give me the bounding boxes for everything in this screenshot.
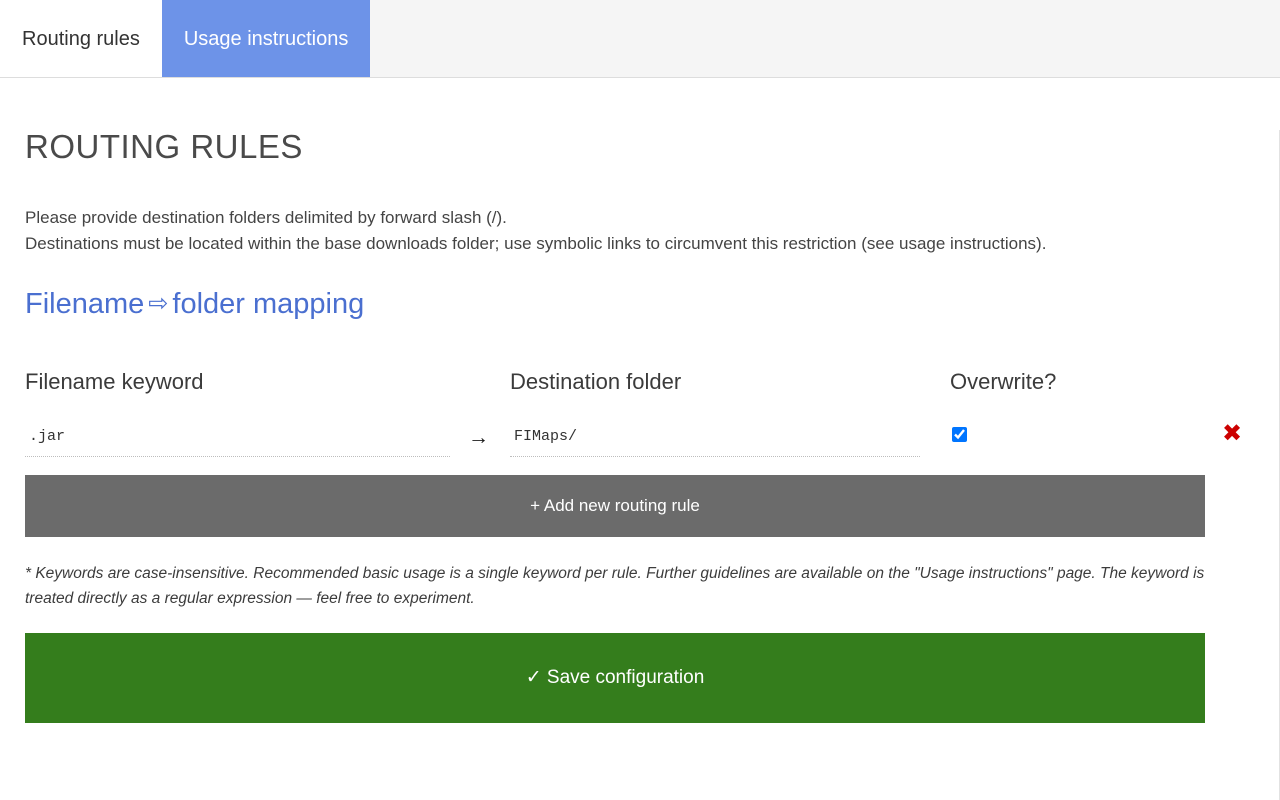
add-new-routing-rule-button[interactable]: + Add new routing rule <box>25 474 1205 537</box>
filename-keyword-input[interactable] <box>25 422 450 457</box>
header-overwrite: Overwrite? <box>950 368 1057 394</box>
intro-text: Please provide destination folders delim… <box>25 205 1254 258</box>
intro-line-2: Destinations must be located within the … <box>25 234 1047 254</box>
content-panel: ROUTING RULES Please provide destination… <box>0 130 1280 800</box>
intro-line-1: Please provide destination folders delim… <box>25 208 507 227</box>
mapping-table-header: Filename keyword Destination folder Over… <box>25 368 1254 401</box>
row-arrow-icon: → <box>468 425 489 449</box>
section-title-filename-folder-mapping: Filename ⇨ folder mapping <box>25 287 1254 320</box>
tab-routing-rules[interactable]: Routing rules <box>0 0 162 77</box>
section-title-suffix: folder mapping <box>172 287 365 320</box>
header-destination-folder: Destination folder <box>510 368 682 394</box>
routing-rule-row: → ✖ <box>25 421 1254 471</box>
section-title-prefix: Filename <box>25 287 145 320</box>
page-title: ROUTING RULES <box>25 128 303 165</box>
delete-rule-button[interactable]: ✖ <box>1222 421 1242 445</box>
destination-folder-input[interactable] <box>510 422 920 457</box>
tab-routing-rules-label: Routing rules <box>22 27 140 50</box>
tab-bar: Routing rules Usage instructions <box>0 0 1280 78</box>
tab-usage-instructions-label: Usage instructions <box>183 27 349 50</box>
footnote-text: * Keywords are case-insensitive. Recomme… <box>25 564 1205 607</box>
overwrite-checkbox[interactable] <box>952 426 967 442</box>
header-filename-keyword: Filename keyword <box>25 368 204 394</box>
save-configuration-button[interactable]: ✓ Save configuration <box>25 632 1205 723</box>
right-arrow-outline-icon: ⇨ <box>148 289 169 317</box>
tab-usage-instructions[interactable]: Usage instructions <box>161 0 371 77</box>
